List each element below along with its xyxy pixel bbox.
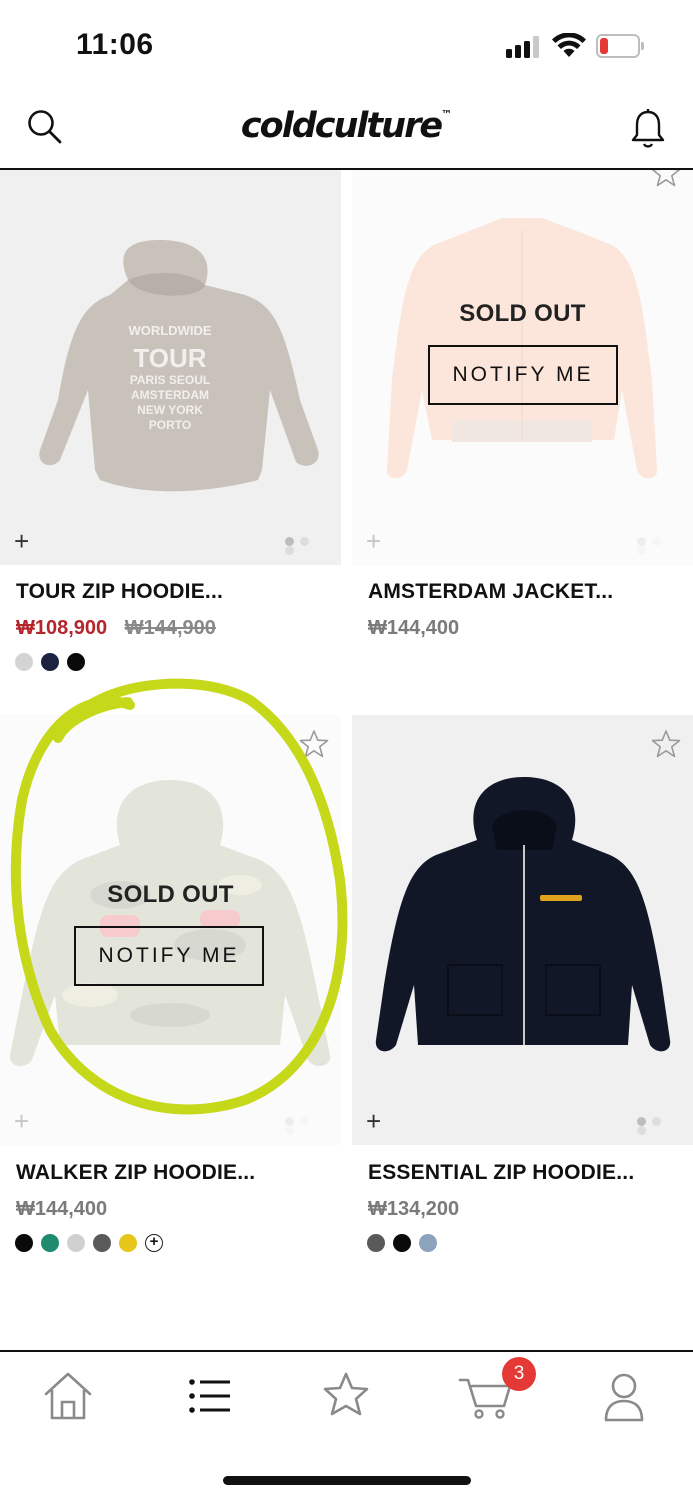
cellular-signal-icon (506, 36, 544, 58)
status-time: 11:06 (76, 28, 154, 61)
notify-me-button[interactable]: NOTIFY ME (74, 926, 264, 986)
battery-level: 12 (610, 34, 630, 53)
color-swatches (367, 1234, 445, 1254)
regular-price: ₩144,400 (368, 617, 460, 639)
svg-text:WORLDWIDE: WORLDWIDE (128, 323, 211, 338)
color-swatch[interactable] (15, 653, 33, 671)
svg-text:PARIS SEOUL: PARIS SEOUL (130, 373, 210, 387)
app-header: coldculture™ (0, 92, 693, 170)
color-swatch[interactable] (393, 1234, 411, 1252)
sold-out-label: SOLD OUT (459, 300, 586, 327)
product-price: ₩134,200 (368, 1198, 459, 1221)
color-swatch[interactable] (93, 1234, 111, 1252)
color-swatch[interactable] (41, 653, 59, 671)
product-image[interactable]: + SOLD OUT NOTIFY ME (0, 715, 341, 1145)
color-swatch[interactable] (15, 1234, 33, 1252)
wishlist-star-icon[interactable] (651, 729, 681, 759)
star-icon[interactable] (316, 1366, 376, 1426)
product-name[interactable]: ESSENTIAL ZIP HOODIE... (368, 1161, 634, 1185)
product-price: ₩144,400 (368, 617, 459, 640)
logo-text: coldculture (240, 106, 443, 146)
hoodie-image: WORLDWIDE TOUR PARIS SEOUL AMSTERDAM NEW… (39, 240, 319, 492)
svg-text:TOUR: TOUR (133, 343, 206, 373)
wifi-icon (552, 33, 586, 57)
color-swatch[interactable] (419, 1234, 437, 1252)
regular-price: ₩134,200 (368, 1198, 460, 1220)
color-swatch[interactable] (119, 1234, 137, 1252)
list-icon[interactable] (180, 1366, 240, 1426)
notify-me-button[interactable]: NOTIFY ME (428, 345, 618, 405)
cart-count-badge: 3 (502, 1357, 536, 1391)
brand-logo[interactable]: coldculture™ (0, 106, 693, 146)
sold-out-label: SOLD OUT (107, 881, 234, 908)
bell-icon[interactable] (630, 108, 666, 150)
svg-text:AMSTERDAM: AMSTERDAM (131, 388, 209, 402)
wishlist-star-icon[interactable] (651, 170, 681, 188)
product-image[interactable]: WORLDWIDE TOUR PARIS SEOUL AMSTERDAM NEW… (0, 170, 341, 565)
battery-icon: 12 (596, 34, 644, 58)
color-swatch[interactable] (67, 1234, 85, 1252)
image-carousel-dots (279, 537, 323, 555)
status-bar: 11:06 12 (0, 0, 693, 92)
product-name[interactable]: AMSTERDAM JACKET... (368, 580, 613, 604)
logo-trademark: ™ (441, 108, 453, 122)
original-price: ₩144,900 (124, 617, 216, 639)
svg-text:PORTO: PORTO (149, 418, 191, 432)
product-grid: WORLDWIDE TOUR PARIS SEOUL AMSTERDAM NEW… (0, 170, 693, 1350)
more-colors-icon[interactable]: + (145, 1234, 163, 1252)
color-swatch[interactable] (67, 653, 85, 671)
image-carousel-dots (631, 1117, 675, 1135)
user-icon[interactable] (594, 1366, 654, 1426)
product-price: ₩144,400 (16, 1198, 107, 1221)
product-name[interactable]: WALKER ZIP HOODIE... (16, 1161, 255, 1185)
add-to-cart-plus-icon[interactable]: + (14, 528, 29, 554)
color-swatch[interactable] (41, 1234, 59, 1252)
product-image[interactable]: + (352, 715, 693, 1145)
home-icon[interactable] (38, 1366, 98, 1426)
add-to-cart-plus-icon[interactable]: + (366, 1108, 381, 1134)
color-swatch[interactable] (367, 1234, 385, 1252)
navy-hoodie-image (375, 777, 671, 1052)
svg-text:NEW YORK: NEW YORK (137, 403, 203, 417)
wishlist-star-icon[interactable] (299, 729, 329, 759)
regular-price: ₩144,400 (16, 1198, 108, 1220)
color-swatches (15, 653, 93, 673)
product-image[interactable]: + SOLD OUT NOTIFY ME (352, 170, 693, 565)
home-indicator[interactable] (223, 1476, 471, 1485)
sale-price: ₩108,900 (16, 617, 108, 639)
color-swatches: + (15, 1234, 163, 1254)
product-price: ₩108,900 ₩144,900 (16, 617, 216, 640)
product-name[interactable]: TOUR ZIP HOODIE... (16, 580, 223, 604)
